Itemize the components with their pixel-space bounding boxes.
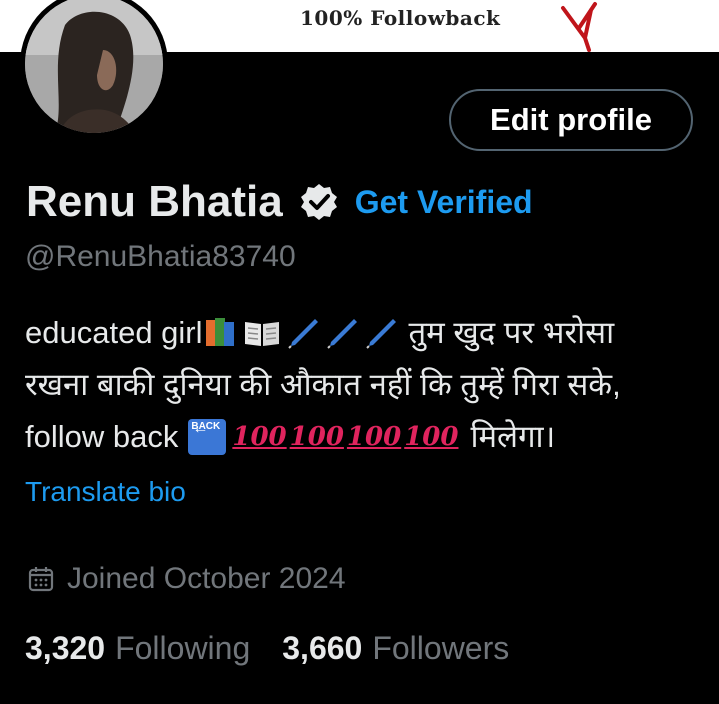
hundred-icon: 100 [346,422,402,452]
followers-label: Followers [372,629,510,666]
books-icon [205,318,234,346]
bio-hindi-text: तुम खुद पर भरोसा [408,315,615,350]
display-name: Renu Bhatia [26,177,283,226]
pen-icon [326,319,357,349]
following-label: Following [115,629,251,666]
banner-text: 100% Followback [300,6,501,30]
bio-hindi-text: मिलेगा। [470,419,556,454]
back-label: BACK [191,421,221,432]
name-row: Renu Bhatia Get Verified [26,176,533,228]
hundred-icon: 100 [289,422,344,452]
followers-count: 3,660 [282,629,363,666]
avatar[interactable] [20,0,168,138]
calendar-icon [28,567,54,592]
follow-stats: 3,320 Following 3,660 Followers [25,627,541,669]
bio-line: educated girl तुम खुद पर भरोसा [25,307,705,359]
open-book-icon [244,322,279,346]
get-verified-link[interactable]: Get Verified [355,184,533,221]
verified-badge-icon[interactable] [299,182,339,222]
following-count: 3,320 [25,629,106,666]
bio-line: रखना बाकी दुनिया की औकात नहीं कि तुम्हें… [25,367,621,402]
following-link[interactable]: 3,320 Following [25,630,250,667]
hundred-icon: 100 [404,422,459,452]
bio-text: educated girl [25,315,203,350]
pen-icon [365,319,396,349]
bio: educated girl तुम खुद पर भरोसा रखना बाकी… [25,307,705,463]
bio-line: follow back ← BACK 100 100 100 100 मिलेग… [25,411,705,463]
joined-text: Joined October 2024 [67,562,346,595]
edit-profile-button[interactable]: Edit profile [449,89,693,151]
pen-icon [287,319,318,349]
red-arrow-down-icon [561,2,597,52]
translate-bio-link[interactable]: Translate bio [25,476,186,508]
joined-date: Joined October 2024 [27,558,346,600]
bio-text: follow back [25,419,179,454]
followers-link[interactable]: 3,660 Followers [282,630,509,667]
avatar-photo [25,0,163,133]
back-arrow-icon: ← BACK [188,419,227,455]
user-handle: @RenuBhatia83740 [25,240,296,273]
hundred-icon: 100 [232,422,287,452]
